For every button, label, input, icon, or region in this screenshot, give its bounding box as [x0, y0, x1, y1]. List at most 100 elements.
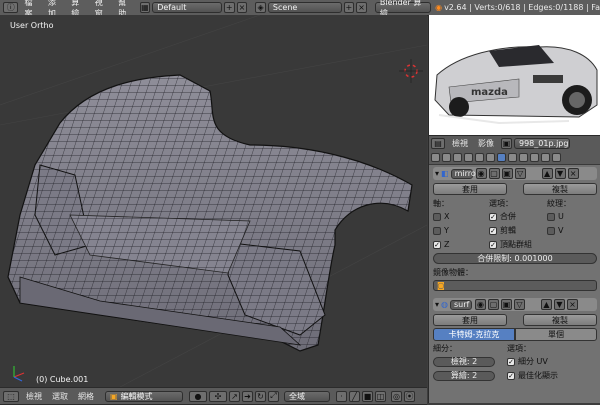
mode-select[interactable]: ▣ 編輯模式	[105, 390, 183, 402]
mirror-remove-icon[interactable]: ×	[567, 168, 579, 179]
subsurf-move-up-icon[interactable]: ▲	[541, 299, 552, 310]
tab-simple[interactable]: 單個	[515, 328, 597, 341]
clip-check[interactable]: ✓	[489, 226, 497, 235]
subsurf-copy-label: 複製	[552, 315, 568, 325]
tex-u-check[interactable]	[547, 212, 555, 221]
subsurf-cage-toggle-icon[interactable]: ▽	[514, 299, 525, 310]
render-levels-field[interactable]: 算繪: 2	[433, 370, 495, 381]
subsurf-view-toggle-icon[interactable]: ▢	[488, 299, 499, 310]
manipulator-toggle-icon[interactable]: ↗	[229, 390, 240, 402]
menu-mesh[interactable]: 網格	[73, 391, 99, 402]
world-tab-icon[interactable]	[464, 152, 473, 162]
add-layout-icon[interactable]: +	[223, 2, 235, 13]
tex-v-check[interactable]	[547, 226, 555, 235]
physics-tab-icon[interactable]	[552, 152, 561, 162]
mirror-view-toggle-icon[interactable]: ▢	[488, 168, 500, 179]
props-editor-icon[interactable]	[431, 152, 440, 162]
object-tab-icon[interactable]	[475, 152, 484, 162]
view-levels-field[interactable]: 檢視: 2	[433, 356, 495, 367]
mirror-copy-button[interactable]: 複製	[523, 183, 597, 195]
editor-type-icon[interactable]: ⓘ	[3, 2, 19, 13]
subsurf-remove-icon[interactable]: ×	[567, 299, 578, 310]
subsurf-render-toggle-icon[interactable]: ◉	[475, 299, 486, 310]
view3d-editor-icon[interactable]: ⬚	[3, 390, 19, 402]
screen-layout-select[interactable]: Default	[152, 2, 222, 13]
screen-layout-icon[interactable]: ▦	[139, 2, 151, 13]
material-tab-icon[interactable]	[519, 152, 528, 162]
image-editor-view[interactable]: mazda	[429, 15, 600, 135]
modifiers-tab-icon[interactable]	[497, 152, 506, 162]
axis-z-checkbox[interactable]: ✓ Z	[433, 240, 489, 249]
mirror-modifier-name[interactable]: mirror	[450, 168, 479, 179]
subsurf-collapse-arrow-icon[interactable]: ▾	[435, 300, 439, 309]
scene-icon[interactable]: ◈	[255, 2, 266, 13]
mirror-object-field[interactable]: ◙	[433, 280, 597, 291]
image-name-value: 998_01p.jpg	[519, 138, 569, 148]
particles-tab-icon[interactable]	[541, 152, 550, 162]
axis-y-check[interactable]	[433, 226, 441, 235]
axis-y-checkbox[interactable]: Y	[433, 226, 489, 235]
tex-v-checkbox[interactable]: V	[547, 226, 563, 235]
mirror-cage-toggle-icon[interactable]: ▽	[514, 168, 526, 179]
add-scene-icon[interactable]: +	[343, 2, 355, 13]
snap-icon[interactable]: ⦿	[404, 390, 415, 402]
translate-icon[interactable]: ➜	[242, 390, 253, 402]
optimal-display-checkbox[interactable]: ✓ 最佳化顯示	[507, 370, 558, 381]
data-tab-icon[interactable]	[508, 152, 517, 162]
orientation-select[interactable]: 全域	[284, 390, 330, 402]
tab-catmull-clark[interactable]: 卡特姆-克拉克	[433, 328, 515, 341]
subsurf-edit-toggle-icon[interactable]: ▣	[501, 299, 512, 310]
menu-view[interactable]: 檢視	[21, 391, 47, 402]
proportional-edit-icon[interactable]: ◎	[391, 390, 402, 402]
subdivide-uv-checkbox[interactable]: ✓ 細分 UV	[507, 356, 548, 367]
merge-checkbox[interactable]: ✓ 合併	[489, 211, 547, 222]
edge-select-icon[interactable]: ╱	[349, 390, 360, 402]
vertex-select-icon[interactable]: ·	[336, 390, 347, 402]
subsurf-move-down-icon[interactable]: ▼	[554, 299, 565, 310]
remove-layout-icon[interactable]: ×	[236, 2, 248, 13]
menu-image[interactable]: 影像	[473, 138, 499, 149]
axis-x-check[interactable]	[433, 212, 441, 221]
mirror-render-toggle-icon[interactable]: ◉	[475, 168, 487, 179]
subsurf-apply-button[interactable]: 套用	[433, 314, 507, 326]
viewport-shading-icon[interactable]: ●	[189, 390, 207, 402]
axis-x-checkbox[interactable]: X	[433, 212, 489, 221]
subsurf-modifier-name[interactable]: surf	[450, 299, 472, 310]
vertex-group-checkbox[interactable]: ✓ 頂點群組	[489, 239, 547, 250]
image-editor-type-icon[interactable]: ▤	[431, 137, 445, 149]
texture-tab-icon[interactable]	[530, 152, 539, 162]
constraints-tab-icon[interactable]	[486, 152, 495, 162]
image-name-field[interactable]: 998_01p.jpg	[514, 137, 570, 149]
vertex-group-check[interactable]: ✓	[489, 240, 497, 249]
menu-select[interactable]: 選取	[47, 391, 73, 402]
axis-z-check[interactable]: ✓	[433, 240, 441, 249]
render-tab-icon[interactable]	[442, 152, 451, 162]
image-browse-icon[interactable]: ▣	[501, 137, 512, 149]
limit-selection-icon[interactable]: ◫	[375, 390, 386, 402]
remove-scene-icon[interactable]: ×	[356, 2, 367, 13]
pivot-point-icon[interactable]: ✣	[209, 390, 227, 402]
render-engine-select[interactable]: Blender 算繪	[374, 0, 432, 18]
tex-u-checkbox[interactable]: U	[547, 212, 564, 221]
mirror-move-up-icon[interactable]: ▲	[541, 168, 553, 179]
clip-checkbox[interactable]: ✓ 剪輯	[489, 225, 547, 236]
3d-cursor-icon[interactable]	[399, 59, 423, 83]
menu-image-view[interactable]: 檢視	[447, 138, 473, 149]
scene-tab-icon[interactable]	[453, 152, 462, 162]
collapse-arrow-icon[interactable]: ▾	[435, 169, 439, 178]
merge-limit-field[interactable]: 合併限制: 0.001000	[433, 253, 597, 264]
subdivide-uv-check[interactable]: ✓	[507, 357, 515, 366]
subsurf-copy-button[interactable]: 複製	[523, 314, 597, 326]
mirror-edit-toggle-icon[interactable]: ▣	[501, 168, 513, 179]
mirror-move-down-icon[interactable]: ▼	[554, 168, 566, 179]
rotate-icon[interactable]: ↻	[255, 390, 266, 402]
scale-icon[interactable]: ⤢	[268, 390, 279, 402]
face-select-icon[interactable]: ■	[362, 390, 373, 402]
scene-select[interactable]: Scene	[267, 2, 342, 13]
3d-viewport[interactable]: User Ortho (0) Cube.001	[0, 15, 427, 387]
merge-check[interactable]: ✓	[489, 212, 497, 221]
merge-label: 合併	[500, 212, 516, 221]
optimal-display-check[interactable]: ✓	[507, 371, 515, 380]
axis-x-label: X	[444, 212, 450, 221]
mirror-apply-button[interactable]: 套用	[433, 183, 507, 195]
